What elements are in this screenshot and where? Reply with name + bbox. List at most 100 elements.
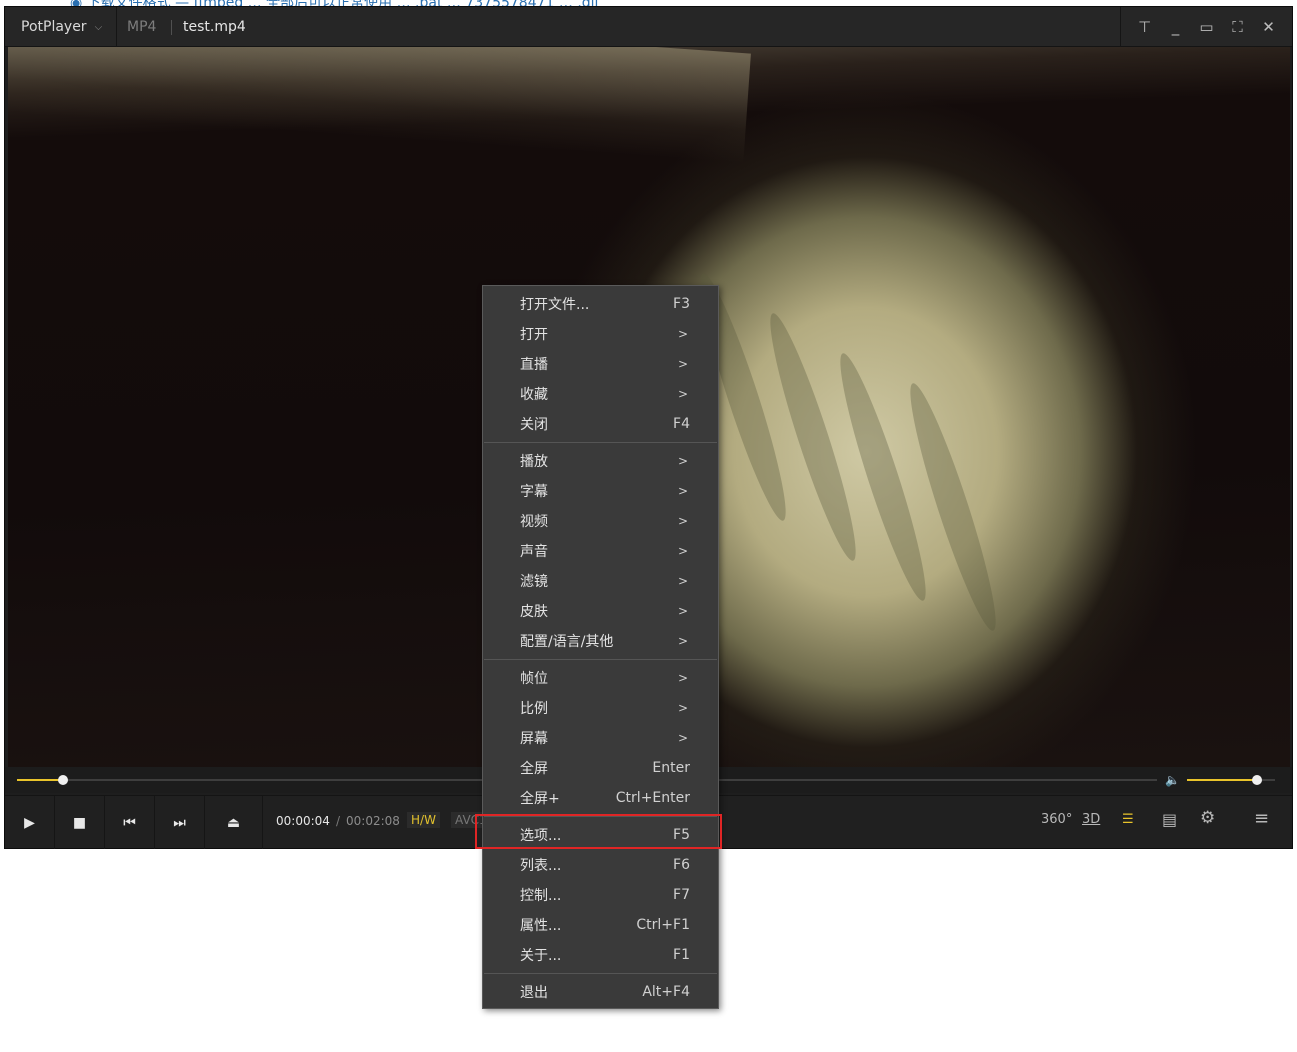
menu-item-fullscreen[interactable]: 全屏 Enter	[483, 753, 718, 783]
menu-item-shortcut: F7	[673, 887, 690, 903]
menu-item-playback[interactable]: 播放 >	[483, 446, 718, 476]
menu-item-open-file[interactable]: 打开文件... F3	[483, 289, 718, 319]
pin-icon[interactable]: ⊤	[1134, 18, 1156, 36]
menu-item-close[interactable]: 关闭 F4	[483, 409, 718, 439]
menu-item-filters[interactable]: 滤镜 >	[483, 566, 718, 596]
total-time: 00:02:08	[346, 814, 400, 828]
menu-item-video[interactable]: 视频 >	[483, 506, 718, 536]
menu-item-label: 全屏	[520, 761, 548, 777]
submenu-arrow-icon: >	[677, 327, 688, 341]
play-button[interactable]: ▶	[5, 796, 55, 849]
menu-item-label: 关于...	[520, 948, 562, 964]
close-icon[interactable]: ✕	[1258, 18, 1280, 36]
menu-item-open[interactable]: 打开 >	[483, 319, 718, 349]
gear-icon[interactable]: ⚙	[1200, 808, 1215, 828]
submenu-arrow-icon: >	[677, 731, 688, 745]
menu-separator	[484, 442, 717, 443]
menu-item-frame[interactable]: 帧位 >	[483, 663, 718, 693]
menu-item-exit[interactable]: 退出 Alt+F4	[483, 977, 718, 1007]
menu-item-label: 帧位	[520, 671, 548, 687]
submenu-arrow-icon: >	[677, 357, 688, 371]
menu-item-subtitles[interactable]: 字幕 >	[483, 476, 718, 506]
vr360-icon[interactable]: 360°	[1041, 812, 1072, 827]
hw-decoder-badge[interactable]: H/W	[407, 812, 440, 828]
menu-item-label: 收藏	[520, 387, 548, 403]
menu-item-shortcut: F4	[673, 416, 690, 432]
video-frame-detail	[898, 378, 1008, 636]
menu-item-label: 滤镜	[520, 574, 548, 590]
format-label: MP4	[127, 19, 157, 35]
title-divider	[171, 20, 172, 35]
submenu-arrow-icon: >	[677, 634, 688, 648]
video-frame-detail	[758, 308, 868, 566]
context-menu: 打开文件... F3 打开 > 直播 > 收藏 > 关闭 F4 播放 > 字幕 > 视频 > 声音 > 滤镜 > 皮肤 >…	[482, 285, 719, 1009]
menu-item-fullscreen-plus[interactable]: 全屏+ Ctrl+Enter	[483, 783, 718, 813]
next-button[interactable]: ⏭	[155, 796, 205, 849]
minimize-icon[interactable]: _	[1165, 18, 1187, 36]
fullscreen-icon[interactable]: ⛶	[1227, 18, 1249, 36]
menu-item-label: 直播	[520, 357, 548, 373]
seek-progress	[17, 779, 63, 781]
menu-item-config-language-other[interactable]: 配置/语言/其他 >	[483, 626, 718, 656]
menu-item-shortcut: Enter	[652, 760, 690, 776]
menu-item-live[interactable]: 直播 >	[483, 349, 718, 379]
submenu-arrow-icon: >	[677, 604, 688, 618]
file-name: test.mp4	[183, 19, 246, 35]
menu-item-control[interactable]: 控制... F7	[483, 880, 718, 910]
menu-item-favorites[interactable]: 收藏 >	[483, 379, 718, 409]
volume-slider[interactable]	[1187, 775, 1275, 785]
menu-item-label: 屏幕	[520, 731, 548, 747]
seek-thumb[interactable]	[57, 775, 68, 785]
menu-item-aspect-ratio[interactable]: 比例 >	[483, 693, 718, 723]
submenu-arrow-icon: >	[677, 484, 688, 498]
playlist-icon[interactable]: ▤	[1162, 810, 1177, 829]
app-menu-button[interactable]: PotPlayer ⌵	[5, 7, 117, 47]
menu-item-about[interactable]: 关于... F1	[483, 940, 718, 970]
3d-icon[interactable]: 3D	[1082, 812, 1100, 827]
window-controls: ⊤ _ ▭ ⛶ ✕	[1120, 7, 1292, 47]
video-frame-detail	[8, 47, 751, 164]
submenu-arrow-icon: >	[677, 574, 688, 588]
time-separator: /	[336, 814, 341, 828]
volume-thumb[interactable]	[1252, 775, 1263, 785]
menu-item-playlist[interactable]: 列表... F6	[483, 850, 718, 880]
eject-button[interactable]: ⏏	[205, 796, 263, 849]
menu-item-label: 字幕	[520, 484, 548, 500]
menu-item-label: 全屏+	[520, 791, 560, 807]
stop-button[interactable]: ■	[55, 796, 105, 849]
menu-item-shortcut: F3	[673, 296, 690, 312]
menu-item-label: 控制...	[520, 888, 562, 904]
menu-item-label: 打开文件...	[520, 297, 590, 313]
current-time: 00:00:04	[276, 814, 330, 828]
menu-item-label: 播放	[520, 454, 548, 470]
submenu-arrow-icon: >	[677, 544, 688, 558]
submenu-arrow-icon: >	[677, 454, 688, 468]
menu-item-label: 属性...	[520, 918, 562, 934]
menu-item-label: 视频	[520, 514, 548, 530]
menu-item-shortcut: F1	[673, 947, 690, 963]
submenu-arrow-icon: >	[677, 671, 688, 685]
menu-item-screen[interactable]: 屏幕 >	[483, 723, 718, 753]
menu-icon[interactable]: ≡	[1254, 808, 1269, 829]
search-list-icon[interactable]: ☰	[1122, 812, 1134, 827]
menu-item-label: 打开	[520, 327, 548, 343]
menu-item-label: 皮肤	[520, 604, 548, 620]
submenu-arrow-icon: >	[677, 701, 688, 715]
previous-button[interactable]: ⏮	[105, 796, 155, 849]
menu-item-label: 配置/语言/其他	[520, 634, 614, 650]
menu-item-label: 退出	[520, 985, 548, 1001]
volume-icon[interactable]: 🔈	[1165, 773, 1180, 787]
submenu-arrow-icon: >	[677, 514, 688, 528]
menu-item-skins[interactable]: 皮肤 >	[483, 596, 718, 626]
menu-item-shortcut: Alt+F4	[642, 984, 690, 1000]
volume-level	[1187, 779, 1258, 781]
menu-item-properties[interactable]: 属性... Ctrl+F1	[483, 910, 718, 940]
menu-separator	[484, 659, 717, 660]
menu-item-audio[interactable]: 声音 >	[483, 536, 718, 566]
options-highlight-box	[475, 814, 722, 849]
menu-item-shortcut: Ctrl+F1	[636, 917, 690, 933]
maximize-icon[interactable]: ▭	[1196, 18, 1218, 36]
menu-item-label: 比例	[520, 701, 548, 717]
menu-item-label: 关闭	[520, 417, 548, 433]
submenu-arrow-icon: >	[677, 387, 688, 401]
